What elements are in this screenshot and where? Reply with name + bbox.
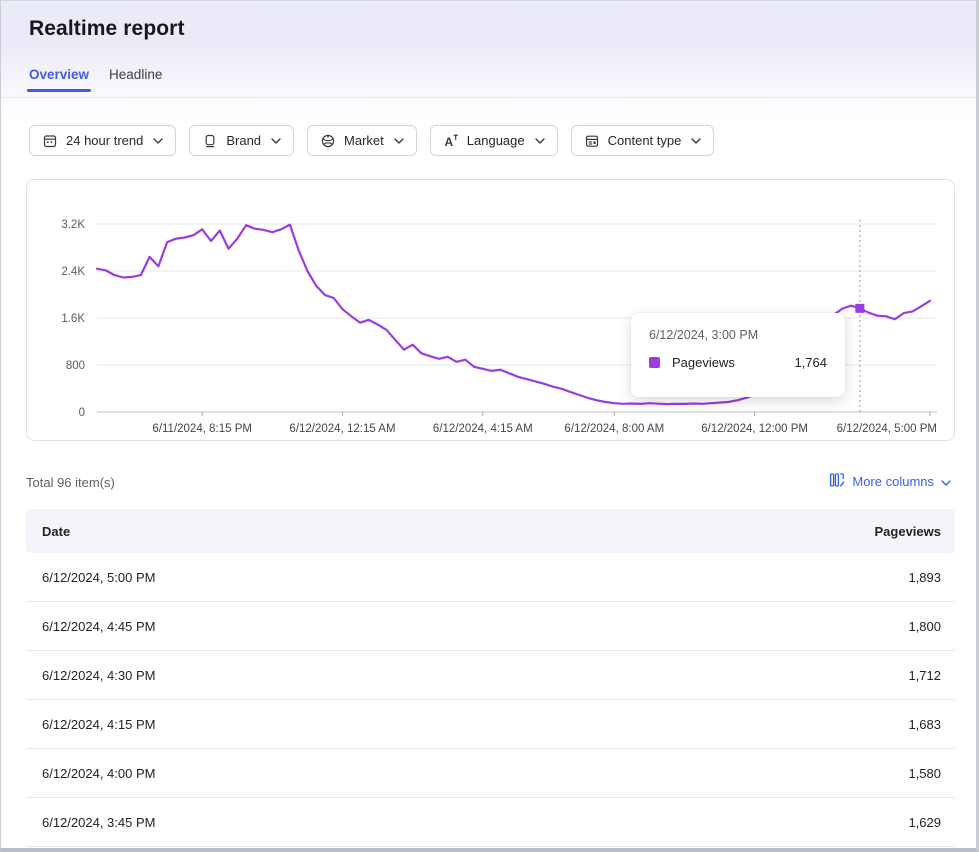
y-axis-tick-label: 0	[79, 407, 85, 419]
page-title: Realtime report	[29, 17, 185, 41]
x-axis-tick-label: 6/12/2024, 8:00 AM	[564, 423, 664, 435]
pageviews-trend-chart-card: 0 800 1.6K 2.4K 3.2K 6/11/2024, 8:15 PM 6/12/2…	[26, 179, 955, 441]
total-items-label: Total 96 item(s)	[26, 475, 115, 490]
pageviews-cell: 1,629	[908, 815, 955, 830]
filter-language[interactable]: A Language	[430, 125, 558, 156]
x-axis-tick-label: 6/12/2024, 12:00 PM	[701, 423, 808, 435]
tooltip-series-row: Pageviews 1,764	[649, 355, 827, 370]
tab-headline[interactable]: Headline	[109, 67, 162, 92]
column-header-pageviews[interactable]: Pageviews	[875, 524, 956, 539]
date-cell: 6/12/2024, 4:45 PM	[26, 619, 155, 634]
tooltip-series-name: Pageviews	[672, 355, 735, 370]
chevron-down-icon	[941, 474, 951, 489]
columns-edit-icon	[829, 472, 845, 491]
table-row[interactable]: 6/12/2024, 4:15 PM 1,683	[26, 700, 955, 749]
table-row[interactable]: 6/12/2024, 4:00 PM 1,580	[26, 749, 955, 798]
date-cell: 6/12/2024, 5:00 PM	[26, 570, 155, 585]
column-header-date[interactable]: Date	[26, 524, 70, 539]
svg-text:A: A	[444, 135, 453, 149]
y-axis-tick-label: 3.2K	[61, 219, 85, 231]
filter-brand-label: Brand	[226, 133, 261, 148]
pageviews-cell: 1,800	[908, 619, 955, 634]
tab-strip: Overview Headline	[29, 67, 162, 92]
tooltip-value: 1,764	[794, 355, 827, 370]
trend-chart-svg[interactable]: 0 800 1.6K 2.4K 3.2K 6/11/2024, 8:15 PM 6/12/2…	[27, 180, 954, 440]
y-axis-tick-label: 800	[66, 360, 85, 372]
filter-24-hour-trend-label: 24 hour trend	[66, 133, 143, 148]
pageviews-cell: 1,683	[908, 717, 955, 732]
filter-brand[interactable]: Brand	[189, 125, 294, 156]
y-axis-tick-label: 2.4K	[61, 266, 85, 278]
y-axis-tick-label: 1.6K	[61, 313, 85, 325]
filter-content-type[interactable]: Content type	[571, 125, 715, 156]
tooltip-date: 6/12/2024, 3:00 PM	[649, 328, 827, 342]
hover-point-marker	[855, 304, 864, 313]
table-body: 6/12/2024, 5:00 PM 1,893 6/12/2024, 4:45 P…	[26, 553, 955, 847]
series-swatch-icon	[649, 357, 660, 368]
x-axis-tick-label: 6/12/2024, 5:00 PM	[837, 423, 937, 435]
app-window: Realtime report Overview Headline 24 hou…	[0, 0, 979, 852]
date-cell: 6/12/2024, 4:15 PM	[26, 717, 155, 732]
pageviews-table: Date Pageviews 6/12/2024, 5:00 PM1,8936/…	[26, 509, 955, 847]
x-axis-tick-label: 6/12/2024, 4:15 AM	[433, 423, 533, 435]
filter-market-label: Market	[344, 133, 384, 148]
table-header-row: Date Pageviews	[26, 509, 955, 553]
table-row[interactable]: 6/12/2024, 3:45 PM 1,629	[26, 798, 955, 847]
filter-market[interactable]: Market	[307, 125, 417, 156]
date-cell: 6/12/2024, 3:45 PM	[26, 815, 155, 830]
x-axis-tick-label: 6/11/2024, 8:15 PM	[152, 423, 252, 435]
chart-tooltip: 6/12/2024, 3:00 PM Pageviews 1,764	[631, 313, 845, 397]
pageviews-cell: 1,580	[908, 766, 955, 781]
brand-icon	[202, 133, 218, 149]
active-tab-indicator	[27, 89, 91, 92]
table-row[interactable]: 6/12/2024, 4:30 PM 1,712	[26, 651, 955, 700]
date-cell: 6/12/2024, 4:30 PM	[26, 668, 155, 683]
filter-bar: 24 hour trend Brand Market A	[29, 125, 714, 156]
x-axis-tick-label: 6/12/2024, 12:15 AM	[289, 423, 395, 435]
filter-24-hour-trend[interactable]: 24 hour trend	[29, 125, 176, 156]
tab-overview[interactable]: Overview	[29, 67, 89, 92]
more-columns-button[interactable]: More columns	[829, 472, 951, 491]
date-cell: 6/12/2024, 4:00 PM	[26, 766, 155, 781]
chevron-down-icon	[535, 138, 545, 144]
calendar-icon	[42, 133, 58, 149]
chevron-down-icon	[271, 138, 281, 144]
tab-headline-label: Headline	[109, 67, 162, 82]
pageviews-cell: 1,712	[908, 668, 955, 683]
table-row[interactable]: 6/12/2024, 4:45 PM 1,800	[26, 602, 955, 651]
table-row[interactable]: 6/12/2024, 5:00 PM 1,893	[26, 553, 955, 602]
chevron-down-icon	[153, 138, 163, 144]
content-type-icon	[584, 133, 600, 149]
filter-content-type-label: Content type	[608, 133, 682, 148]
chevron-down-icon	[394, 138, 404, 144]
more-columns-label: More columns	[852, 474, 934, 489]
filter-language-label: Language	[467, 133, 525, 148]
globe-icon	[320, 133, 336, 149]
tabstrip-divider	[1, 97, 976, 98]
translate-icon: A	[443, 133, 459, 149]
tab-overview-label: Overview	[29, 67, 89, 82]
chevron-down-icon	[691, 138, 701, 144]
pageviews-cell: 1,893	[908, 570, 955, 585]
